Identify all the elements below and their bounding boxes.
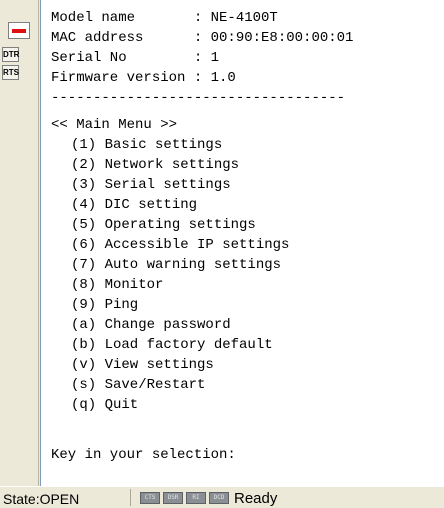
- connection-indicator-icon: [8, 22, 30, 39]
- connection-state: State:OPEN: [3, 491, 80, 507]
- terminal-output[interactable]: Model name : NE-4100T MAC address : 00:9…: [40, 0, 444, 486]
- menu-item: (2) Network settings: [71, 157, 240, 173]
- dcd-led-icon: DCD: [209, 492, 229, 504]
- ready-status: Ready: [234, 490, 278, 507]
- menu-item: (8) Monitor: [71, 277, 164, 293]
- sidebar-divider: [38, 0, 39, 486]
- menu-item: (7) Auto warning settings: [71, 257, 282, 273]
- menu-item: (5) Operating settings: [71, 217, 256, 233]
- cts-led-icon: CTS: [140, 492, 160, 504]
- ri-led-icon: RI: [186, 492, 206, 504]
- menu-item: (3) Serial settings: [71, 177, 231, 193]
- model-name-line: Model name : NE-4100T: [51, 10, 278, 26]
- rts-toggle[interactable]: RTS: [2, 65, 19, 80]
- serial-no-line: Serial No : 1: [51, 50, 220, 66]
- separator-line: -----------------------------------: [51, 90, 346, 106]
- terminal-window: DTR RTS Model name : NE-4100T MAC addres…: [0, 0, 444, 486]
- menu-title: << Main Menu >>: [51, 117, 178, 133]
- selection-prompt: Key in your selection:: [51, 447, 236, 463]
- menu-item: (4) DIC setting: [71, 197, 198, 213]
- firmware-line: Firmware version : 1.0: [51, 70, 236, 86]
- menu-item: (6) Accessible IP settings: [71, 237, 290, 253]
- mac-address-line: MAC address : 00:90:E8:00:00:01: [51, 30, 354, 46]
- menu-item: (q) Quit: [71, 397, 139, 413]
- menu-item: (s) Save/Restart: [71, 377, 206, 393]
- status-separator: [130, 489, 131, 506]
- indicator-bar: [12, 29, 26, 33]
- menu-item: (a) Change password: [71, 317, 231, 333]
- menu-item: (9) Ping: [71, 297, 139, 313]
- dtr-toggle[interactable]: DTR: [2, 47, 19, 62]
- status-bar: State:OPEN CTS DSR RI DCD Ready: [0, 486, 444, 508]
- menu-item: (1) Basic settings: [71, 137, 223, 153]
- signal-sidebar: DTR RTS: [0, 0, 39, 486]
- menu-item: (b) Load factory default: [71, 337, 273, 353]
- menu-item: (v) View settings: [71, 357, 214, 373]
- dsr-led-icon: DSR: [163, 492, 183, 504]
